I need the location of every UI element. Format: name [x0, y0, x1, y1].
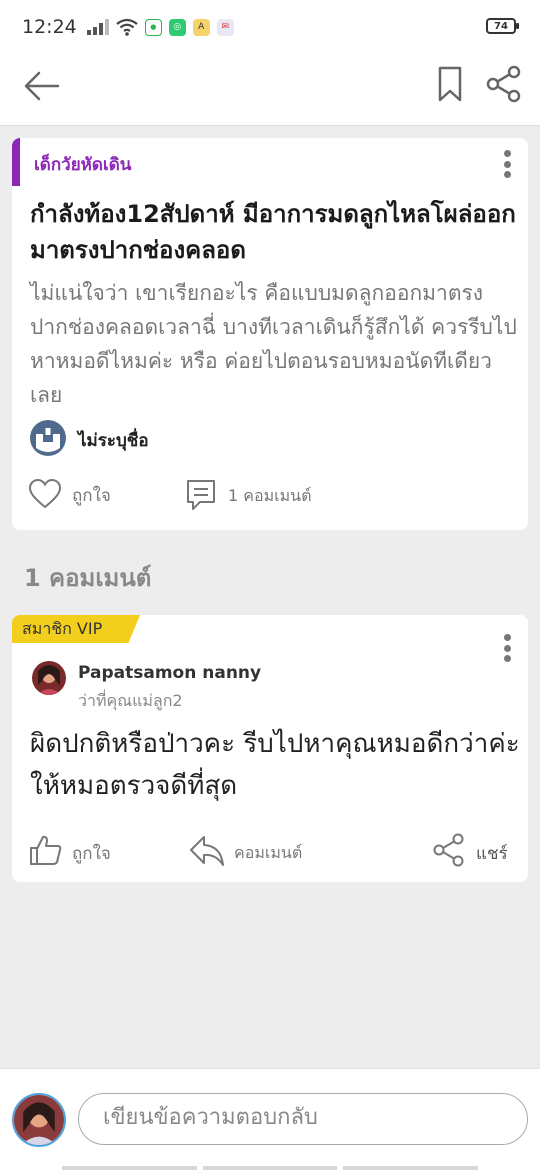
commenter-role: ว่าที่คุณแม่ลูก2 — [78, 691, 183, 710]
battery-icon: 74 — [486, 18, 519, 34]
thumbs-up-icon[interactable] — [28, 833, 64, 867]
line-app-icon: ● — [144, 18, 162, 36]
reply-input[interactable]: เขียนข้อความตอบกลับ — [78, 1093, 528, 1145]
bookmark-icon[interactable] — [436, 64, 464, 104]
back-arrow-icon[interactable] — [22, 68, 62, 104]
app-notification-icon: ◎ — [168, 18, 186, 36]
system-nav-bar — [62, 1166, 479, 1170]
translate-app-icon: A — [192, 18, 210, 36]
kebab-menu-icon[interactable] — [502, 150, 512, 178]
kebab-menu-icon[interactable] — [502, 634, 512, 662]
comment-share-label[interactable]: แชร์ — [476, 840, 508, 867]
post-title: กำลังท้อง12สัปดาห์ มีอาการมดลูกไหลโผล่ออ… — [30, 200, 516, 264]
comment-bubble-icon[interactable] — [184, 478, 218, 512]
wifi-icon — [116, 18, 138, 36]
heart-icon[interactable] — [28, 478, 62, 510]
reply-arrow-icon[interactable] — [188, 833, 226, 869]
comment-text: ผิดปกติหรือป่าวคะ รีบไปหาคุณหมอดีกว่าค่ะ… — [30, 729, 520, 801]
anonymous-avatar-icon — [30, 420, 66, 456]
post-body: ไม่แน่ใจว่า เขาเรียกอะไร คือแบบมดลูกออกม… — [30, 281, 517, 407]
reply-composer: เขียนข้อความตอบกลับ — [0, 1068, 540, 1170]
post-card: เด็กวัยหัดเดิน กำลังท้อง12สัปดาห์ มีอากา… — [12, 138, 528, 530]
current-user-avatar — [12, 1093, 66, 1147]
commenter-name[interactable]: Papatsamon nanny — [78, 663, 261, 683]
status-time: 12:24 — [22, 16, 77, 38]
share-icon[interactable] — [484, 64, 524, 104]
signal-icon — [86, 19, 109, 35]
post-author: ไม่ระบุชื่อ — [78, 431, 149, 451]
post-like-label[interactable]: ถูกใจ — [72, 482, 111, 509]
app-bar — [0, 54, 540, 126]
comment-reply-label[interactable]: คอมเมนต์ — [234, 841, 302, 866]
commenter-avatar[interactable] — [32, 661, 66, 695]
category-accent-bar — [12, 138, 20, 186]
post-comment-count[interactable]: 1 คอมเมนต์ — [228, 484, 311, 509]
post-category[interactable]: เด็กวัยหัดเดิน — [34, 151, 131, 178]
comments-heading: 1 คอมเมนต์ — [24, 564, 152, 592]
comment-card: สมาชิก VIP Papatsamon nanny ว่าที่คุณแม่… — [12, 615, 528, 882]
comment-like-label[interactable]: ถูกใจ — [72, 840, 111, 867]
messenger-app-icon: ✉ — [216, 18, 234, 36]
status-bar: 12:24 ● ◎ A ✉ 74 — [0, 0, 540, 54]
share-icon[interactable] — [432, 833, 466, 867]
vip-badge: สมาชิก VIP — [12, 615, 140, 643]
status-icons: ● ◎ A ✉ — [86, 18, 234, 36]
